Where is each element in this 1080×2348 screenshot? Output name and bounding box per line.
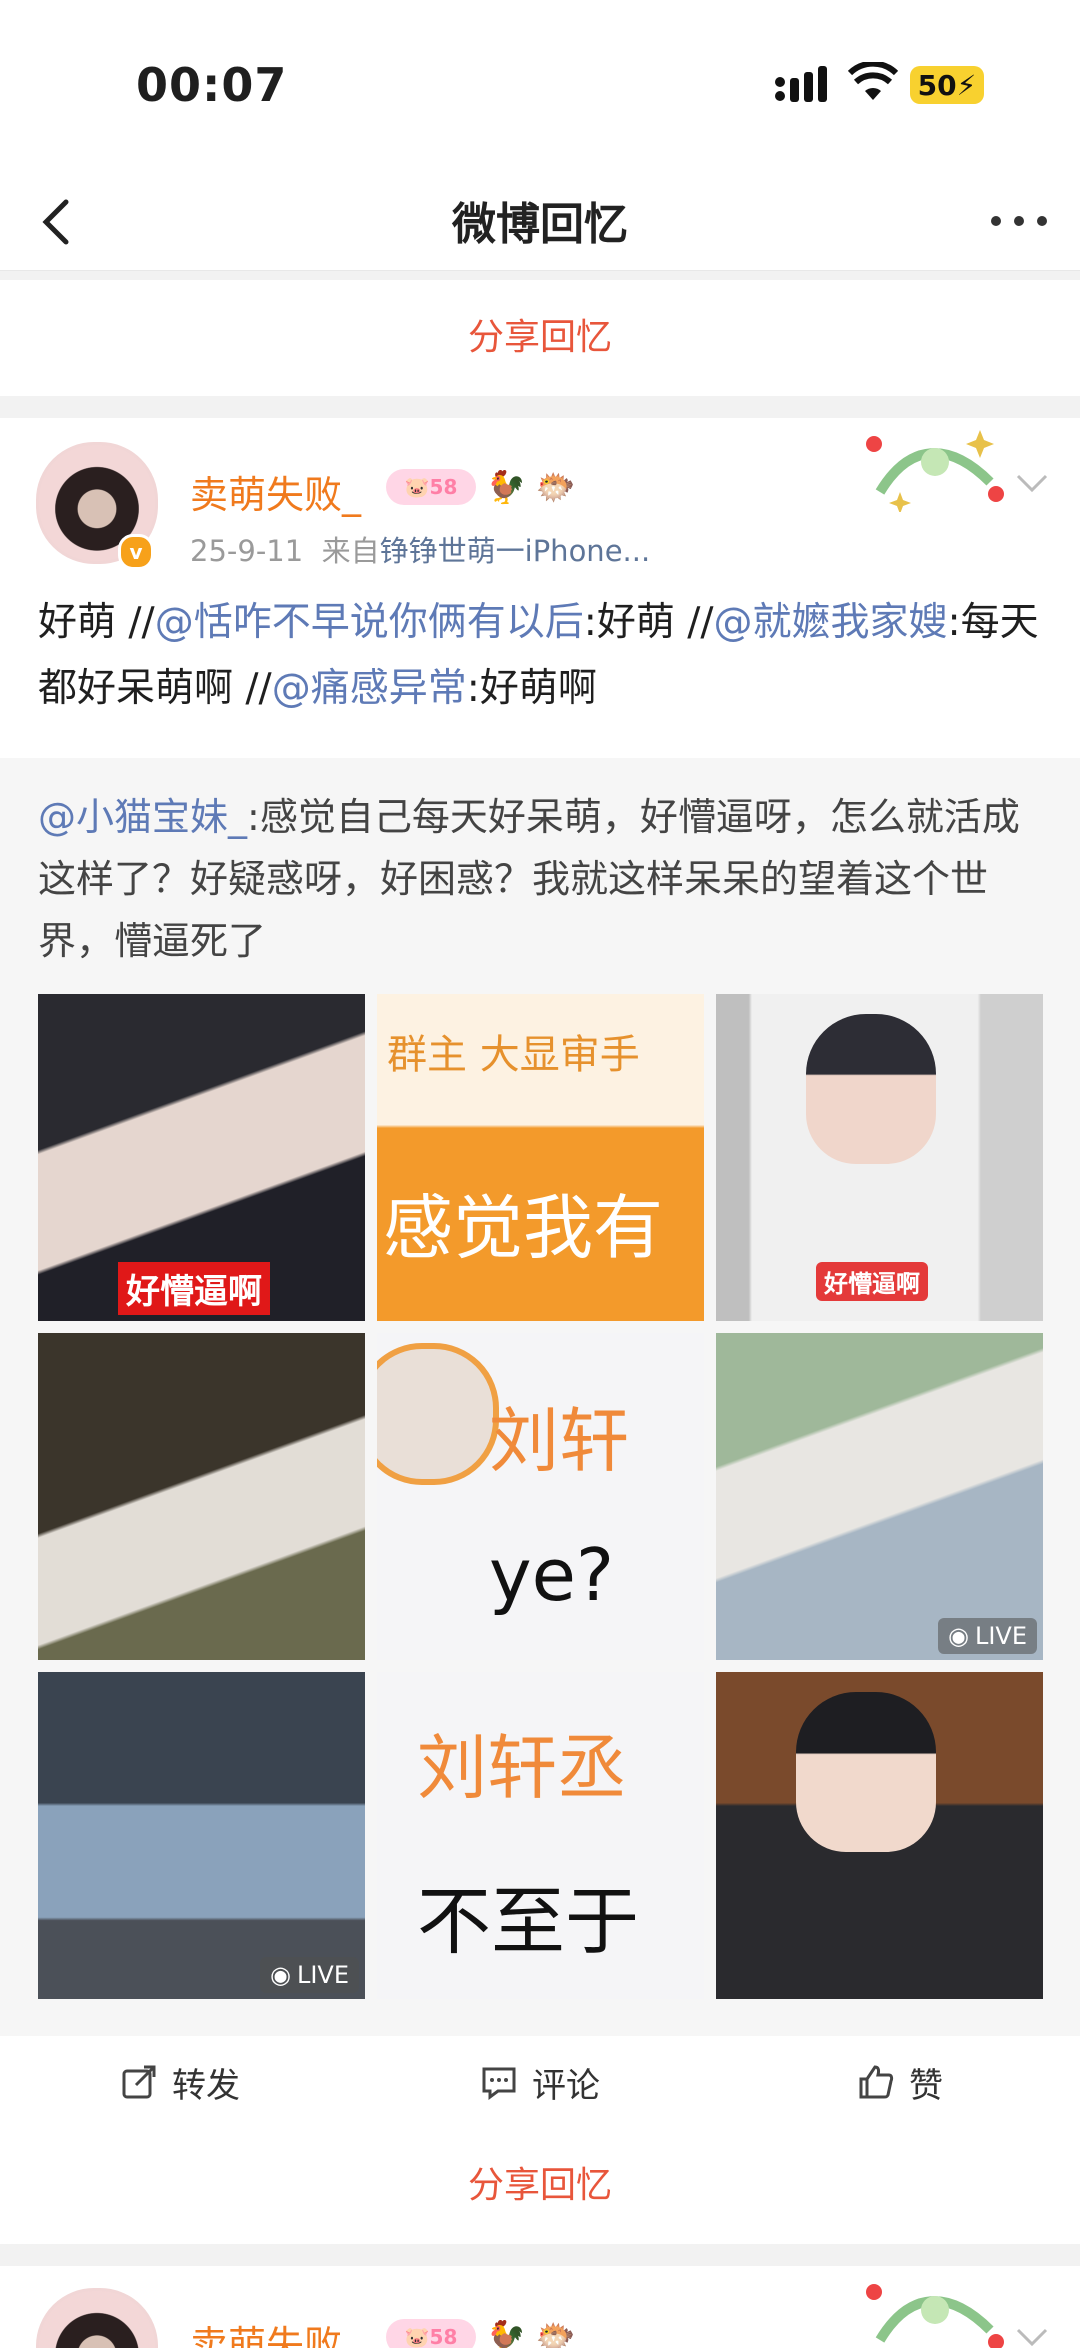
image-figure — [377, 1343, 499, 1485]
like-label: 赞 — [909, 2065, 943, 2106]
image-thumbnail[interactable] — [716, 1672, 1043, 1999]
post-text: 好萌 //@恬咋不早说你俩有以后:好萌 //@就嬷我家嫂:每天都好呆萌啊 //@… — [38, 590, 1048, 722]
wifi-icon — [848, 62, 898, 100]
live-badge: ◉ LIVE — [260, 1957, 359, 1993]
battery-icon: 50 ⚡ — [910, 66, 984, 104]
more-icon[interactable] — [984, 196, 1054, 246]
image-grid: 好懵逼啊 群主 大显审手 感觉我有 好懵逼啊 刘轩 ye? ◉ LIVE ◉ LIV… — [38, 994, 1043, 1999]
image-caption: 好懵逼啊 — [816, 1262, 928, 1301]
image-thumbnail[interactable]: ◉ LIVE — [716, 1333, 1043, 1660]
user-badges: 🐷 58 🐓 🐡 — [386, 468, 576, 506]
mention-link[interactable]: @恬咋不早说你俩有以后 — [155, 600, 584, 645]
status-time: 00:07 — [136, 58, 288, 112]
live-icon: ◉ — [948, 1622, 969, 1650]
post-author[interactable]: 卖萌失败_ — [190, 464, 361, 519]
post-source[interactable]: 铮铮世萌一iPhone... — [380, 534, 651, 568]
post-date: 25-9-11 — [190, 534, 304, 568]
battery-level: 50 — [917, 68, 957, 102]
post-text-part: 好萌 // — [38, 600, 155, 645]
thumbs-up-icon — [859, 2065, 894, 2099]
image-text: ye? — [489, 1533, 615, 1617]
quoted-post[interactable]: @小猫宝妹_:感觉自己每天好呆萌，好懵逼呀，怎么就活成这样了？好疑惑呀，好困惑？… — [0, 758, 1080, 2036]
image-thumbnail[interactable]: 群主 大显审手 感觉我有 — [377, 994, 704, 1321]
fish-icon: 🐡 — [535, 468, 576, 506]
decoration-ribbon-icon — [866, 430, 1004, 512]
action-bar: 转发 评论 赞 — [0, 2036, 1080, 2129]
chevron-down-icon[interactable] — [1012, 462, 1052, 502]
quoted-text: @小猫宝妹_:感觉自己每天好呆萌，好懵逼呀，怎么就活成这样了？好疑惑呀，好困惑？… — [38, 786, 1048, 972]
fish-icon: 🐡 — [535, 2318, 576, 2348]
level-badge: 🐷 58 — [386, 469, 476, 505]
live-badge: ◉ LIVE — [938, 1618, 1037, 1654]
divider — [0, 396, 1080, 418]
post-text-part: :好萌啊 — [466, 666, 597, 711]
live-label: LIVE — [296, 1961, 349, 1989]
divider — [0, 2244, 1080, 2266]
image-thumbnail[interactable]: 刘轩 ye? — [377, 1333, 704, 1660]
verified-icon: v — [118, 534, 154, 570]
image-caption: 好懵逼啊 — [118, 1262, 270, 1315]
page-title: 微博回忆 — [452, 199, 628, 250]
status-bar: 00:07 50 ⚡ — [0, 0, 1080, 170]
level-badge: 🐷 58 — [386, 2319, 476, 2348]
comment-icon — [482, 2067, 516, 2100]
image-thumbnail[interactable]: 好懵逼啊 — [38, 994, 365, 1321]
like-button[interactable]: 赞 — [720, 2036, 1080, 2128]
mention-link[interactable]: @就嬷我家嫂 — [714, 600, 948, 645]
share-memory-button[interactable]: 分享回忆 — [0, 280, 1080, 396]
share-memory-label: 分享回忆 — [467, 2165, 612, 2206]
image-thumbnail[interactable]: 好懵逼啊 — [716, 994, 1043, 1321]
repost-icon — [122, 2065, 156, 2099]
image-text: 刘轩 — [489, 1400, 629, 1482]
image-figure — [796, 1692, 936, 1852]
image-thumbnail[interactable] — [38, 1333, 365, 1660]
live-icon: ◉ — [270, 1961, 291, 1989]
image-figure — [806, 1014, 936, 1164]
nav-bar: 微博回忆 — [0, 170, 1080, 271]
share-memory-button[interactable]: 分享回忆 — [0, 2128, 1080, 2244]
level-badge-value: 58 — [429, 2325, 458, 2348]
chevron-down-icon[interactable] — [1012, 2316, 1052, 2348]
image-text: 刘轩丞 — [417, 1727, 627, 1809]
post-card: v 卖萌失败_ 🐷 58 🐓 🐡 25-9-11 来自铮铮世萌一iPhone...… — [0, 418, 1080, 758]
repost-label: 转发 — [172, 2065, 240, 2106]
image-thumbnail[interactable]: 刘轩丞 不至于 — [377, 1672, 704, 1999]
image-text: 群主 大显审手 — [387, 1032, 640, 1078]
post-meta: 25-9-11 来自铮铮世萌一iPhone... — [190, 528, 650, 570]
cellular-signal-icon — [775, 66, 827, 102]
mention-link[interactable]: @痛感异常 — [272, 666, 467, 711]
image-text: 不至于 — [417, 1879, 639, 1965]
image-thumbnail[interactable]: ◉ LIVE — [38, 1672, 365, 1999]
user-badges: 🐷 58 🐓 🐡 — [386, 2318, 576, 2348]
repost-button[interactable]: 转发 — [0, 2036, 360, 2128]
post-text-part: :好萌 // — [583, 600, 714, 645]
level-badge-value: 58 — [429, 475, 458, 499]
quoted-author[interactable]: @小猫宝妹_ — [38, 795, 247, 839]
comment-button[interactable]: 评论 — [360, 2036, 720, 2128]
comment-label: 评论 — [532, 2065, 600, 2106]
post-author[interactable]: 卖萌失败_ — [190, 2314, 361, 2348]
rooster-icon: 🐓 — [486, 468, 526, 506]
live-label: LIVE — [974, 1622, 1027, 1650]
rooster-icon: 🐓 — [486, 2318, 526, 2348]
image-text: 感觉我有 — [383, 1187, 663, 1269]
share-memory-label: 分享回忆 — [467, 317, 612, 358]
post-card: 卖萌失败_ 🐷 58 🐓 🐡 — [0, 2266, 1080, 2348]
avatar[interactable] — [36, 2288, 158, 2348]
decoration-ribbon-icon — [866, 2284, 1004, 2348]
source-prefix: 来自 — [321, 534, 380, 568]
